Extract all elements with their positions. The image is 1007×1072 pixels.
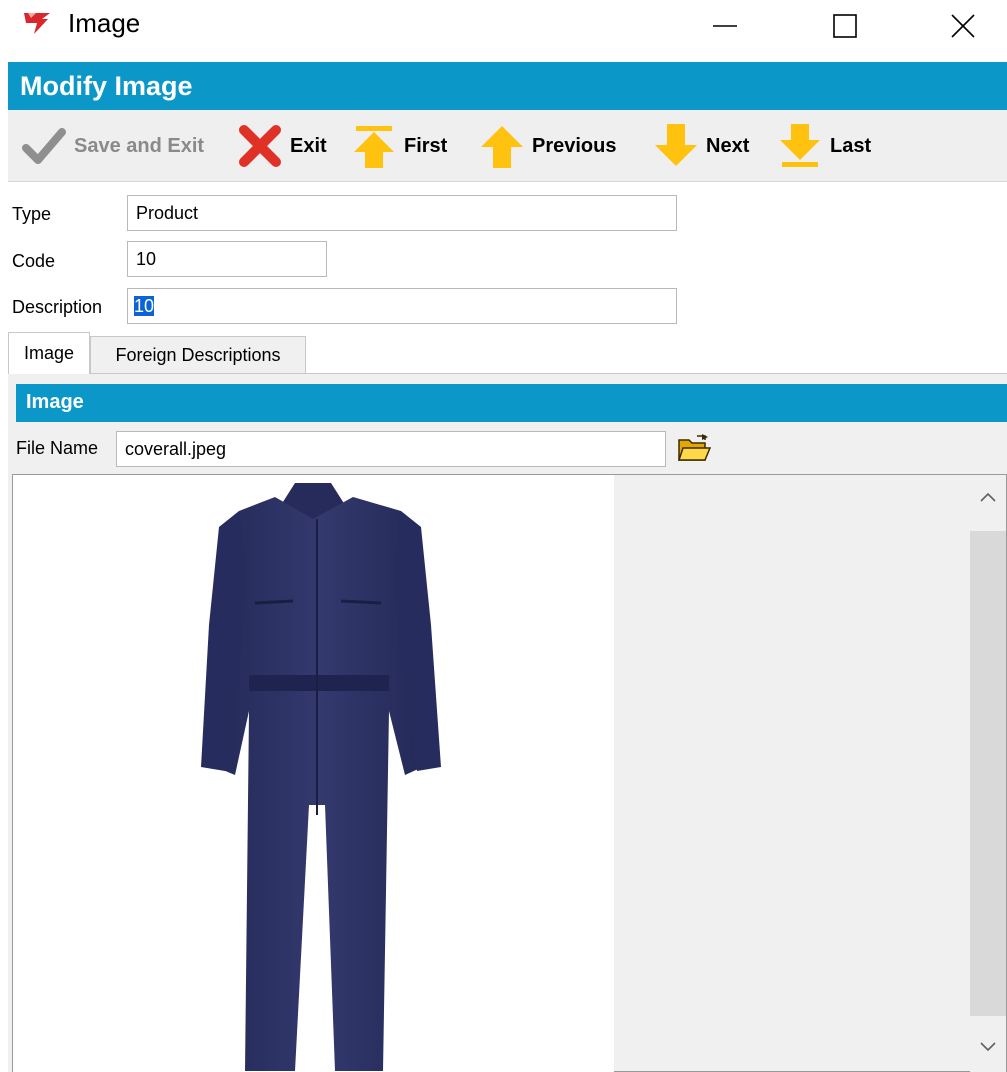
file-name-label: File Name [16,438,99,458]
last-label: Last [830,134,872,157]
last-button[interactable]: Last [776,120,871,172]
red-x-icon [239,125,281,167]
tab-image-label: Image [23,343,75,363]
arrow-down-bar-icon [780,124,820,167]
first-label: First [404,134,448,157]
arrow-up-bar-icon [354,126,394,168]
image-section-title: Image [26,391,84,413]
file-name-field[interactable]: coverall.jpeg [116,431,666,467]
code-field[interactable]: 10 [127,241,327,277]
file-name-value: coverall.jpeg [125,439,227,459]
scrollbar-thumb[interactable] [970,531,1006,1016]
checkmark-icon [22,128,66,164]
window-title: Image [68,8,141,38]
tab-strip: Image Foreign Descriptions [8,332,1007,374]
previous-label: Previous [532,134,617,157]
close-button[interactable] [928,4,998,48]
arrow-up-icon [481,126,523,168]
minimize-button[interactable] [690,4,760,48]
previous-button[interactable]: Previous [478,120,616,172]
image-preview-frame [12,474,1007,1072]
description-value: 10 [134,296,155,316]
code-value: 10 [136,249,157,269]
tab-foreign-descriptions[interactable]: Foreign Descriptions [90,336,306,374]
scroll-up-button[interactable] [970,477,1006,517]
arrow-down-icon [655,124,697,166]
close-icon [951,14,975,38]
tab-image[interactable]: Image [8,332,90,374]
scroll-down-button[interactable] [970,1027,1006,1067]
form-header: Modify Image [8,62,1007,110]
minimize-icon [713,25,737,27]
description-field[interactable]: 10 [127,288,677,324]
exit-button[interactable]: Exit [236,120,327,172]
browse-file-button[interactable] [674,431,714,467]
first-button[interactable]: First [350,120,447,172]
tab-foreign-descriptions-label: Foreign Descriptions [115,344,281,365]
next-button[interactable]: Next [652,120,749,172]
image-preview-area [13,475,614,1072]
chevron-down-icon [980,1042,996,1052]
save-and-exit-button[interactable]: Save and Exit [20,120,204,172]
type-field[interactable]: Product [127,195,677,231]
open-folder-icon [677,434,711,461]
maximize-icon [833,14,857,38]
type-label: Type [12,204,52,224]
next-label: Next [706,134,750,157]
maximize-button[interactable] [810,4,880,48]
coverall-image [201,483,441,1071]
form-title: Modify Image [20,71,193,101]
app-logo-icon [24,13,50,34]
toolbar: Save and Exit Exit First Previous Next L… [8,110,1007,182]
type-value: Product [136,203,199,223]
code-label: Code [12,251,56,271]
save-and-exit-label: Save and Exit [74,134,205,157]
vertical-scrollbar[interactable] [970,475,1006,1072]
chevron-up-icon [980,492,996,502]
exit-label: Exit [290,134,327,157]
image-section-header: Image [16,384,1007,422]
description-label: Description [12,297,103,317]
window-title-bar: Image [0,0,1007,52]
